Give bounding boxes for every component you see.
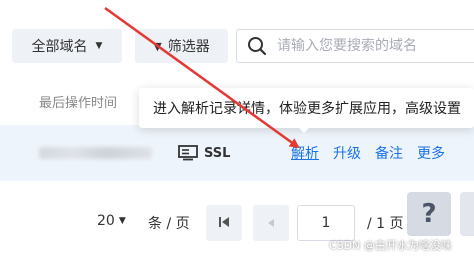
skip-first-icon (217, 214, 231, 233)
watermark: CSDN @白开水为啥没味 (329, 239, 452, 252)
tooltip-pointer (297, 126, 311, 133)
ssl-badge[interactable]: SSL (178, 145, 230, 161)
remark-link[interactable]: 备注 (375, 143, 403, 163)
row-actions: 解析 升级 备注 更多 (291, 143, 445, 163)
first-page-button[interactable] (206, 205, 242, 241)
filter-button-label: 筛选器 (167, 39, 210, 55)
domain-scope-select[interactable]: 全部域名 ▼ (12, 29, 122, 63)
funnel-icon: ▼ (153, 39, 162, 53)
current-page-input[interactable]: 1 (297, 205, 355, 241)
help-button[interactable]: ? (407, 192, 451, 236)
total-pages-label: / 1 页 (367, 216, 404, 232)
search-input[interactable] (275, 37, 469, 55)
caret-down-icon: ▼ (95, 41, 103, 51)
resolve-tooltip: 进入解析记录详情，体验更多扩展应用，高级设置 (139, 88, 474, 128)
help-label: ? (421, 199, 437, 229)
resolve-link[interactable]: 解析 (291, 143, 319, 163)
ssl-label: SSL (204, 145, 231, 161)
upgrade-link[interactable]: 升级 (333, 143, 361, 163)
page-size-select[interactable]: 20 ▼ (97, 213, 126, 229)
domain-scope-label: 全部域名 (31, 39, 88, 55)
filter-bar: 全部域名 ▼ ▼ 筛选器 (0, 0, 474, 72)
tooltip-text: 进入解析记录详情，体验更多扩展应用，高级设置 (153, 101, 461, 117)
column-header-last-operation-time: 最后操作时间 (39, 96, 118, 111)
caret-down-icon: ▼ (118, 216, 126, 226)
search-box[interactable] (236, 29, 474, 63)
prev-page-button[interactable] (253, 205, 289, 241)
certificate-icon (178, 145, 198, 161)
page-size-value: 20 (97, 213, 115, 229)
domain-management-page: 全部域名 ▼ ▼ 筛选器 最后操作时间 (0, 0, 474, 257)
caret-left-icon (265, 214, 277, 233)
search-icon[interactable] (245, 34, 269, 58)
more-link[interactable]: 更多 (417, 143, 445, 163)
filter-button[interactable]: ▼ 筛选器 (135, 29, 228, 63)
per-page-label: 条 / 页 (148, 216, 190, 232)
redacted-domain-name (39, 147, 152, 159)
side-panel-tab[interactable] (460, 192, 474, 236)
